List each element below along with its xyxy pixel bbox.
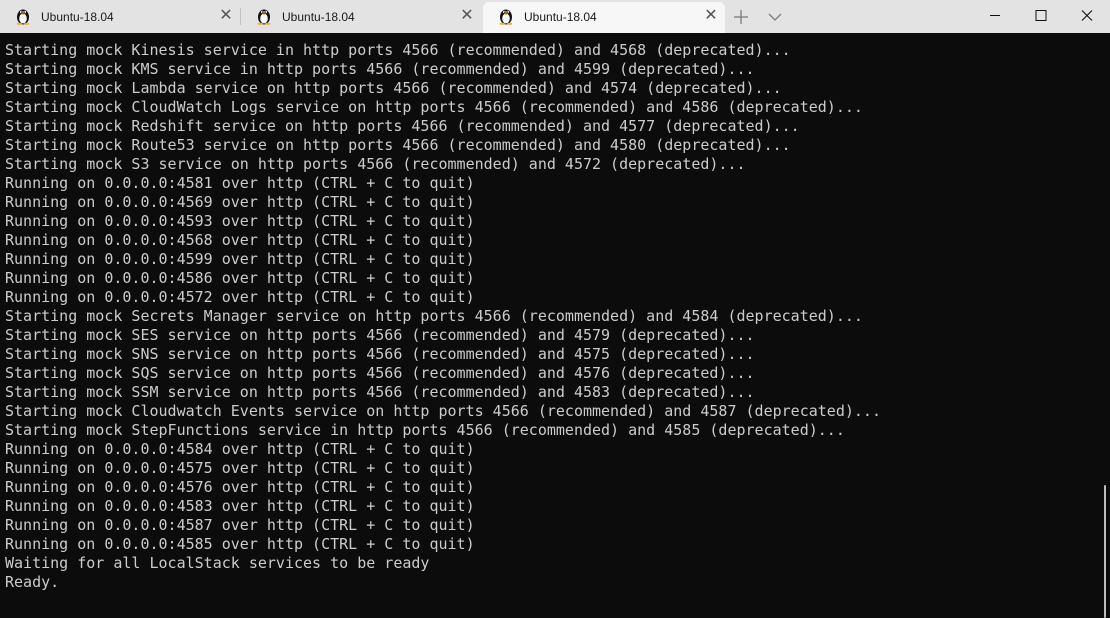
tab-title: Ubuntu-18.04 <box>41 10 114 24</box>
tux-icon <box>257 9 271 25</box>
terminal-line: Starting mock Route53 service on http po… <box>5 136 791 154</box>
terminal-line: Starting mock SSM service on http ports … <box>5 383 755 401</box>
tab-3-active[interactable]: Ubuntu-18.04 ✕ <box>483 2 725 33</box>
terminal-line: Waiting for all LocalStack services to b… <box>5 554 430 572</box>
terminal-line: Starting mock Lambda service on http por… <box>5 79 782 97</box>
terminal-line: Starting mock KMS service in http ports … <box>5 60 755 78</box>
tab-title: Ubuntu-18.04 <box>282 10 355 24</box>
terminal-line: Starting mock CloudWatch Logs service on… <box>5 98 863 116</box>
tab-bar: Ubuntu-18.04 ✕ Ubuntu-18.04 ✕ Ubuntu-18.… <box>0 0 1110 33</box>
terminal-line: Running on 0.0.0.0:4593 over http (CTRL … <box>5 212 475 230</box>
minimize-icon[interactable] <box>972 0 1018 33</box>
scrollbar[interactable] <box>1100 33 1110 618</box>
tux-icon <box>499 9 513 25</box>
tab-close-icon[interactable]: ✕ <box>219 8 233 24</box>
terminal-line: Running on 0.0.0.0:4599 over http (CTRL … <box>5 250 475 268</box>
tab-1[interactable]: Ubuntu-18.04 ✕ <box>0 0 240 33</box>
terminal-window: Ubuntu-18.04 ✕ Ubuntu-18.04 ✕ Ubuntu-18.… <box>0 0 1110 618</box>
terminal-line: Running on 0.0.0.0:4586 over http (CTRL … <box>5 269 475 287</box>
terminal-line: Starting mock Redshift service on http p… <box>5 117 800 135</box>
plus-icon[interactable] <box>730 6 752 28</box>
terminal-line: Starting mock Cloudwatch Events service … <box>5 402 881 420</box>
terminal-line: Starting mock SNS service on http ports … <box>5 345 755 363</box>
chevron-down-icon[interactable] <box>764 6 786 28</box>
terminal-line: Starting mock SES service on http ports … <box>5 326 755 344</box>
terminal-line: Starting mock StepFunctions service in h… <box>5 421 845 439</box>
tab-close-icon[interactable]: ✕ <box>460 8 474 24</box>
tab-title: Ubuntu-18.04 <box>524 10 597 24</box>
terminal-line: Running on 0.0.0.0:4568 over http (CTRL … <box>5 231 475 249</box>
terminal-line: Ready. <box>5 573 60 591</box>
terminal-line: Running on 0.0.0.0:4575 over http (CTRL … <box>5 459 475 477</box>
terminal-line: Starting mock SQS service on http ports … <box>5 364 755 382</box>
scrollbar-thumb[interactable] <box>1104 485 1106 618</box>
tab-close-icon[interactable]: ✕ <box>704 8 718 24</box>
terminal-line: Starting mock Kinesis service in http po… <box>5 41 791 59</box>
terminal-output[interactable]: Starting mock Kinesis service in http po… <box>0 33 1100 618</box>
terminal-line: Starting mock Secrets Manager service on… <box>5 307 863 325</box>
tux-icon <box>16 9 30 25</box>
terminal-line: Running on 0.0.0.0:4576 over http (CTRL … <box>5 478 475 496</box>
terminal-line: Starting mock S3 service on http ports 4… <box>5 155 746 173</box>
close-icon[interactable] <box>1064 0 1110 33</box>
terminal-line: Running on 0.0.0.0:4584 over http (CTRL … <box>5 440 475 458</box>
terminal-line: Running on 0.0.0.0:4585 over http (CTRL … <box>5 535 475 553</box>
terminal-line: Running on 0.0.0.0:4572 over http (CTRL … <box>5 288 475 306</box>
maximize-icon[interactable] <box>1018 0 1064 33</box>
tab-2[interactable]: Ubuntu-18.04 ✕ <box>241 0 481 33</box>
terminal-line: Running on 0.0.0.0:4587 over http (CTRL … <box>5 516 475 534</box>
terminal-line: Running on 0.0.0.0:4581 over http (CTRL … <box>5 174 475 192</box>
terminal-line: Running on 0.0.0.0:4583 over http (CTRL … <box>5 497 475 515</box>
terminal-line: Running on 0.0.0.0:4569 over http (CTRL … <box>5 193 475 211</box>
